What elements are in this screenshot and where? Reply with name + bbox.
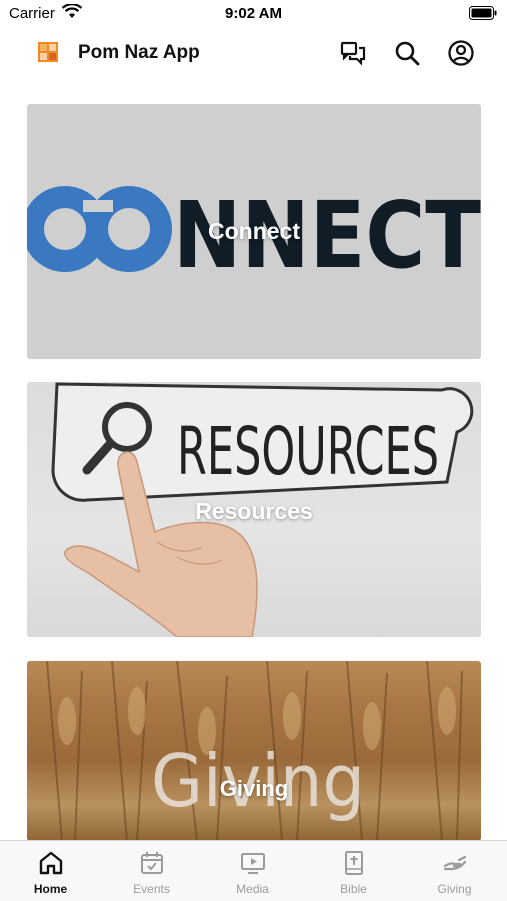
tab-home-label: Home: [33, 882, 68, 896]
profile-icon: [448, 40, 474, 66]
connect-card[interactable]: NNECT Connect: [27, 104, 481, 359]
bible-icon: [344, 851, 363, 875]
chat-button[interactable]: [338, 38, 368, 68]
giving-label: Giving: [219, 776, 289, 801]
tab-giving-label: Giving: [437, 882, 472, 896]
home-icon: [39, 851, 62, 875]
giving-banner-image: Giving: [46, 661, 463, 841]
tab-home[interactable]: Home: [0, 841, 101, 901]
clock: 9:02 AM: [225, 5, 282, 22]
app-logo-icon: [38, 42, 58, 62]
tab-bar: Home Events Media Bible Giving: [0, 840, 507, 901]
media-icon: [240, 853, 265, 874]
connect-label: Connect: [208, 218, 300, 244]
resources-card[interactable]: RESOURCES Resources: [27, 382, 481, 637]
giving-icon: [443, 855, 466, 871]
tab-events-label: Events: [133, 882, 170, 896]
battery-icon: [469, 6, 497, 24]
search-button[interactable]: [392, 38, 422, 68]
tab-media-label: Media: [236, 882, 269, 896]
calendar-icon: [140, 852, 163, 874]
status-bar: Carrier 9:02 AM: [0, 0, 507, 28]
svg-text:RESOURCES: RESOURCES: [177, 413, 439, 490]
tab-events[interactable]: Events: [101, 841, 202, 901]
tab-media[interactable]: Media: [202, 841, 303, 901]
tab-bible-label: Bible: [340, 882, 367, 896]
giving-card[interactable]: Giving Giving: [27, 661, 481, 841]
tab-bible[interactable]: Bible: [303, 841, 404, 901]
search-icon: [395, 41, 420, 66]
resources-label: Resources: [195, 498, 313, 524]
profile-button[interactable]: [446, 38, 476, 68]
chat-icon: [340, 41, 366, 66]
tab-giving[interactable]: Giving: [404, 841, 505, 901]
app-title: Pom Naz App: [78, 42, 200, 63]
app-header: Pom Naz App: [0, 28, 507, 78]
